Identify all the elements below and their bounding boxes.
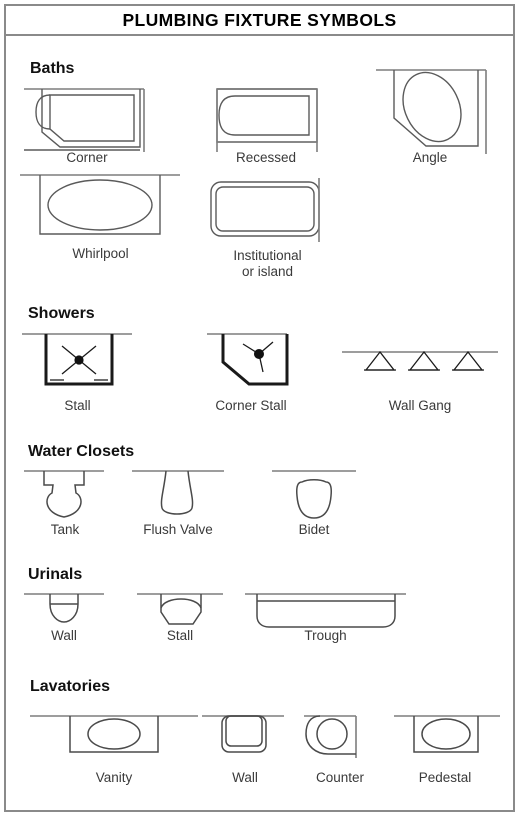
corner-shower-stall-symbol (205, 328, 305, 390)
caption-institutional-line1: Institutional (233, 248, 302, 263)
trough-urinal-symbol (243, 588, 408, 632)
counter-lavatory-symbol (300, 708, 380, 760)
angle-bath-symbol (374, 62, 499, 157)
shower-stall-symbol (20, 330, 135, 392)
caption-institutional-line2: or island (241, 263, 294, 279)
caption-bidet: Bidet (298, 522, 330, 537)
wall-lavatory-symbol (200, 710, 290, 758)
caption-stall-urinal: Stall (166, 628, 194, 643)
title-bar: PLUMBING FIXTURE SYMBOLS (6, 6, 513, 36)
caption-wall-gang-shower: Wall Gang (388, 398, 452, 413)
caption-whirlpool-bath: Whirlpool (72, 246, 129, 261)
stall-urinal-symbol (135, 588, 225, 632)
wall-urinal-symbol (22, 588, 106, 626)
vanity-lavatory-symbol (28, 710, 200, 758)
caption-pedestal-lavatory: Pedestal (418, 770, 472, 785)
caption-vanity-lavatory: Vanity (95, 770, 133, 785)
section-heading-baths: Baths (30, 60, 75, 77)
plumbing-symbols-sheet: PLUMBING FIXTURE SYMBOLS Baths Corner Re… (0, 0, 519, 816)
caption-corner-bath: Corner (66, 150, 108, 165)
caption-flush-valve-wc: Flush Valve (143, 522, 213, 537)
wall-gang-shower-symbol (340, 340, 500, 384)
caption-wall-urinal: Wall (51, 628, 77, 643)
flush-valve-water-closet-symbol (130, 466, 226, 520)
section-heading-water-closets: Water Closets (28, 443, 135, 460)
pedestal-lavatory-symbol (392, 710, 502, 758)
caption-wall-lavatory: Wall (232, 770, 258, 785)
caption-tank-wc: Tank (50, 522, 80, 537)
tank-water-closet-symbol (22, 466, 108, 520)
corner-bath-symbol (22, 84, 152, 156)
bidet-symbol (270, 466, 362, 524)
caption-shower-stall: Stall (64, 398, 91, 413)
caption-trough-urinal: Trough (304, 628, 347, 643)
recessed-bath-symbol (205, 84, 327, 156)
whirlpool-bath-symbol (18, 170, 183, 242)
caption-institutional-bath: Institutional or island (200, 248, 335, 280)
page-title: PLUMBING FIXTURE SYMBOLS (122, 9, 397, 30)
caption-corner-shower-stall: Corner Stall (215, 398, 287, 413)
caption-angle-bath: Angle (412, 150, 448, 165)
caption-recessed-bath: Recessed (235, 150, 297, 165)
section-heading-lavatories: Lavatories (30, 678, 111, 695)
caption-counter-lavatory: Counter (315, 770, 365, 785)
institutional-bath-symbol (205, 176, 330, 246)
section-heading-urinals: Urinals (28, 566, 83, 583)
section-heading-showers: Showers (28, 305, 95, 322)
